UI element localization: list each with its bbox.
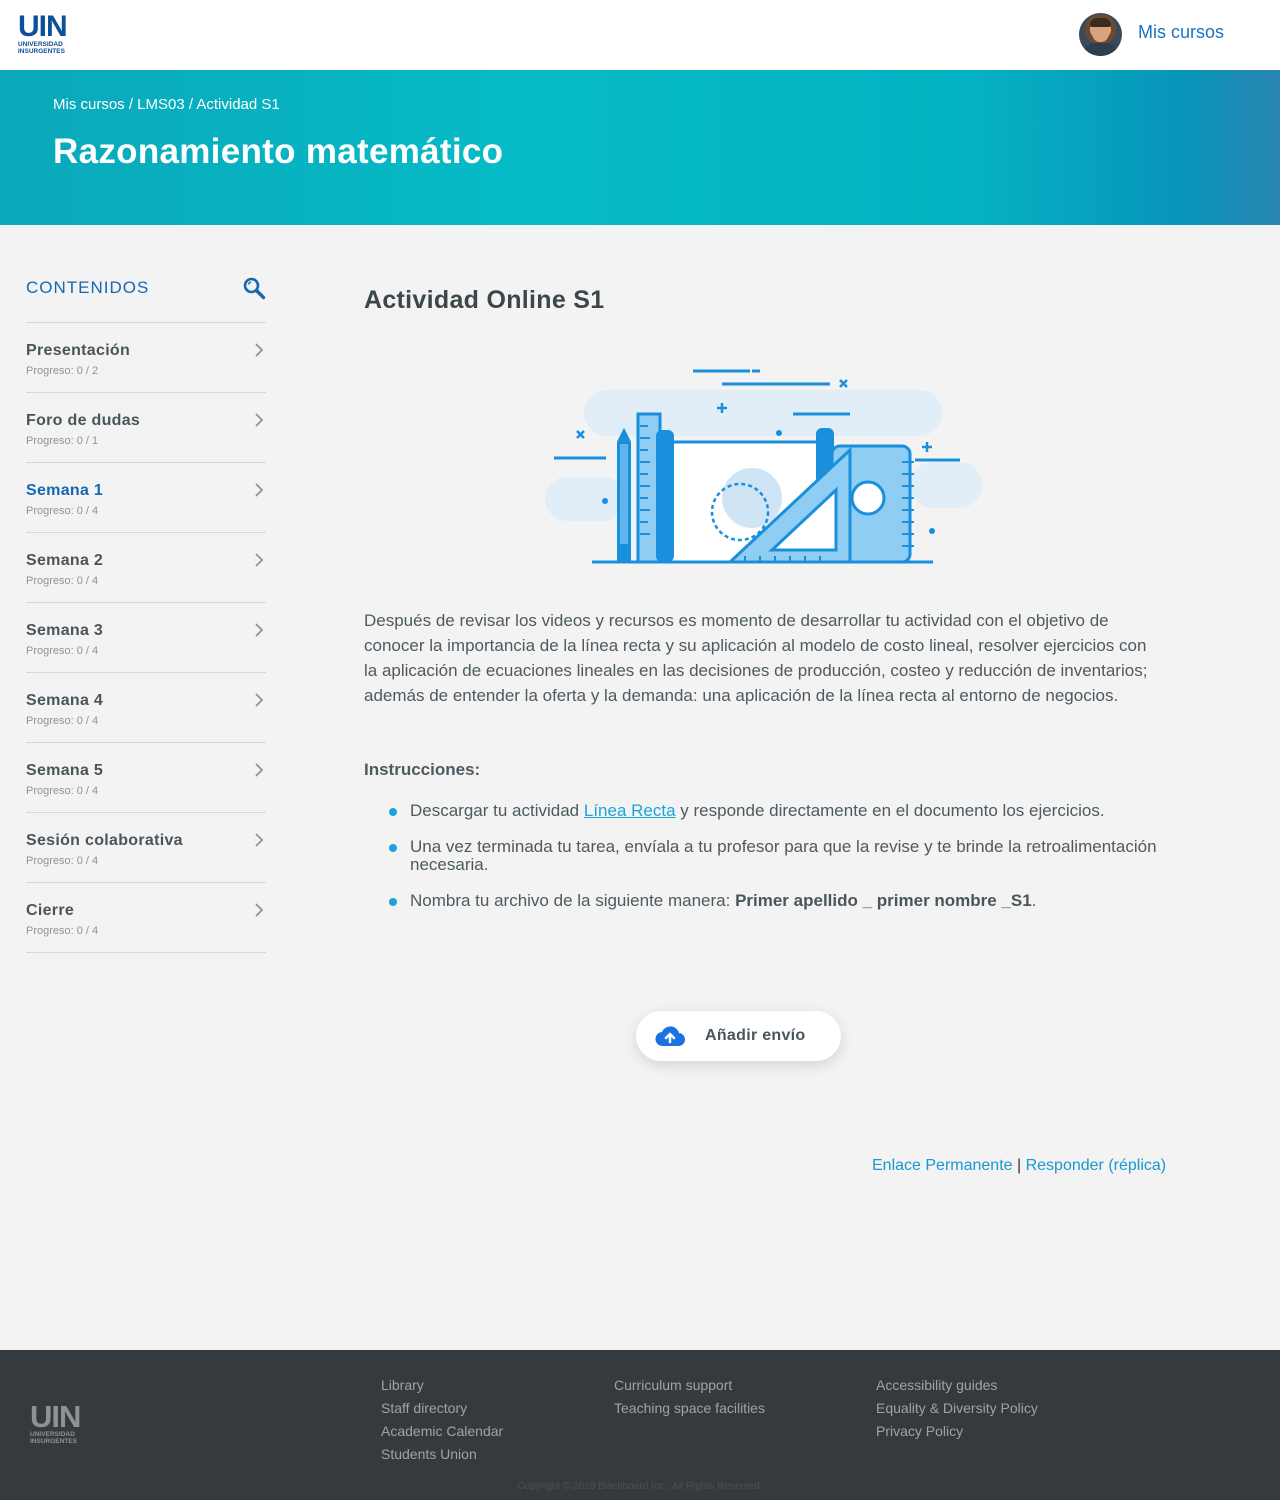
instruction-item: Nombra tu archivo de la siguiente manera… (389, 892, 1169, 910)
footer: UIN UNIVERSIDAD INSURGENTES Library Staf… (0, 1350, 1280, 1500)
sidebar-item-label: Presentación (26, 342, 131, 359)
footer-link[interactable]: Students Union (381, 1446, 477, 1462)
sidebar-item[interactable]: Presentación Progreso: 0 / 2 (26, 323, 266, 393)
instruction-text: . (1031, 891, 1037, 910)
avatar-hair (1090, 18, 1111, 27)
avatar[interactable] (1079, 13, 1122, 56)
course-title: Razonamiento matemático (53, 132, 504, 171)
sidebar-item[interactable]: Semana 5 Progreso: 0 / 4 (26, 743, 266, 813)
footer-column-1: Library Staff directory Academic Calenda… (381, 1374, 503, 1466)
sidebar-item-progress: Progreso: 0 / 4 (26, 855, 99, 867)
sidebar-item-label: Semana 2 (26, 552, 104, 569)
sidebar-item[interactable]: Semana 4 Progreso: 0 / 4 (26, 673, 266, 743)
chevron-right-icon (255, 343, 264, 357)
sidebar-item-progress: Progreso: 0 / 4 (26, 715, 99, 727)
footer-column-2: Curriculum support Teaching space facili… (614, 1374, 765, 1420)
uin-logo[interactable]: UIN UNIVERSIDAD INSURGENTES (18, 10, 72, 57)
permalink-link[interactable]: Enlace Permanente (872, 1157, 1013, 1174)
logo-main: UIN (18, 10, 68, 43)
footer-link[interactable]: Academic Calendar (381, 1423, 503, 1439)
logo-line2: INSURGENTES (18, 48, 65, 55)
sidebar-item[interactable]: Semana 3 Progreso: 0 / 4 (26, 603, 266, 673)
sidebar-item[interactable]: Sesión colaborativa Progreso: 0 / 4 (26, 813, 266, 883)
sidebar-item[interactable]: Semana 2 Progreso: 0 / 4 (26, 533, 266, 603)
add-submission-label: Añadir envío (705, 1027, 806, 1044)
footer-link[interactable]: Teaching space facilities (614, 1400, 765, 1416)
post-links: Enlace Permanente | Responder (réplica) (872, 1157, 1166, 1175)
chevron-right-icon (255, 833, 264, 847)
mis-cursos-link[interactable]: Mis cursos (1138, 22, 1224, 43)
chevron-right-icon (255, 553, 264, 567)
add-submission-button[interactable]: Añadir envío (636, 1011, 841, 1061)
chevron-right-icon (255, 903, 264, 917)
sidebar-item-label: Semana 4 (26, 692, 104, 709)
footer-link[interactable]: Equality & Diversity Policy (876, 1400, 1038, 1416)
sidebar-item-progress: Progreso: 0 / 2 (26, 365, 99, 377)
footer-logo-main: UIN (30, 1399, 81, 1434)
footer-logo-line2: INSURGENTES (30, 1438, 77, 1445)
footer-link[interactable]: Privacy Policy (876, 1423, 963, 1439)
instruction-item: Descargar tu actividad Línea Recta y res… (389, 802, 1169, 820)
footer-link[interactable]: Curriculum support (614, 1377, 732, 1393)
instructions-list: Descargar tu actividad Línea Recta y res… (389, 802, 1169, 910)
linea-recta-link[interactable]: Línea Recta (584, 801, 676, 820)
activity-description: Después de revisar los videos y recursos… (364, 611, 1148, 705)
link-separator: | (1016, 1157, 1022, 1174)
instructions-title: Instrucciones: (364, 760, 481, 779)
footer-link[interactable]: Accessibility guides (876, 1377, 997, 1393)
footer-column-3: Accessibility guides Equality & Diversit… (876, 1374, 1038, 1443)
sidebar-item[interactable]: Foro de dudas Progreso: 0 / 1 (26, 393, 266, 463)
chevron-right-icon (255, 483, 264, 497)
sidebar-item-progress: Progreso: 0 / 4 (26, 575, 99, 587)
cloud-upload-icon (655, 1026, 685, 1047)
sidebar-item-label: Sesión colaborativa (26, 832, 183, 849)
sidebar-item-progress: Progreso: 0 / 4 (26, 785, 99, 797)
copyright: Copyright © 2019 Blackboard Inc., All Ri… (517, 1481, 763, 1492)
course-banner: Mis cursos / LMS03 / Actividad S1 Razona… (0, 70, 1280, 225)
activity-title: Actividad Online S1 (364, 286, 605, 314)
breadcrumb[interactable]: Mis cursos / LMS03 / Actividad S1 (53, 96, 280, 113)
top-bar: UIN UNIVERSIDAD INSURGENTES Mis cursos (0, 0, 1280, 70)
avatar-shirt (1083, 43, 1118, 56)
math-tools-illustration (545, 369, 982, 564)
sidebar-item-progress: Progreso: 0 / 4 (26, 505, 99, 517)
sidebar-list: Presentación Progreso: 0 / 2 Foro de dudas… (26, 323, 266, 953)
instruction-text: Una vez terminada tu tarea, envíala a tu… (410, 837, 1157, 874)
instruction-item: Una vez terminada tu tarea, envíala a tu… (389, 838, 1169, 874)
instruction-text: y responde directamente en el documento … (675, 801, 1105, 820)
sidebar-item[interactable]: Cierre Progreso: 0 / 4 (26, 883, 266, 953)
sidebar-item-label: Semana 5 (26, 762, 104, 779)
sidebar-header: CONTENIDOS (26, 270, 266, 323)
chevron-right-icon (255, 763, 264, 777)
chevron-right-icon (255, 413, 264, 427)
sidebar-item-progress: Progreso: 0 / 4 (26, 925, 99, 937)
chevron-right-icon (255, 693, 264, 707)
instruction-text: Nombra tu archivo de la siguiente manera… (410, 891, 736, 910)
sidebar-item-progress: Progreso: 0 / 4 (26, 645, 99, 657)
sidebar-item-label: Semana 1 (26, 482, 104, 499)
sidebar-title: CONTENIDOS (26, 278, 150, 297)
search-icon[interactable] (242, 276, 266, 300)
footer-logo[interactable]: UIN UNIVERSIDAD INSURGENTES (30, 1399, 86, 1456)
instruction-text: Descargar tu actividad (410, 801, 584, 820)
sidebar-item-label: Semana 3 (26, 622, 104, 639)
reply-link[interactable]: Responder (réplica) (1026, 1157, 1167, 1174)
sidebar-item-label: Cierre (26, 902, 75, 919)
contents-sidebar: CONTENIDOS Presentación Progreso: 0 / 2 Fo… (26, 270, 266, 953)
chevron-right-icon (255, 623, 264, 637)
sidebar-item-progress: Progreso: 0 / 1 (26, 435, 99, 447)
filename-format: Primer apellido _ primer nombre _S1 (735, 891, 1032, 910)
sidebar-item[interactable]: Semana 1 Progreso: 0 / 4 (26, 463, 266, 533)
sidebar-item-label: Foro de dudas (26, 412, 141, 429)
footer-link[interactable]: Staff directory (381, 1400, 467, 1416)
footer-link[interactable]: Library (381, 1377, 424, 1393)
